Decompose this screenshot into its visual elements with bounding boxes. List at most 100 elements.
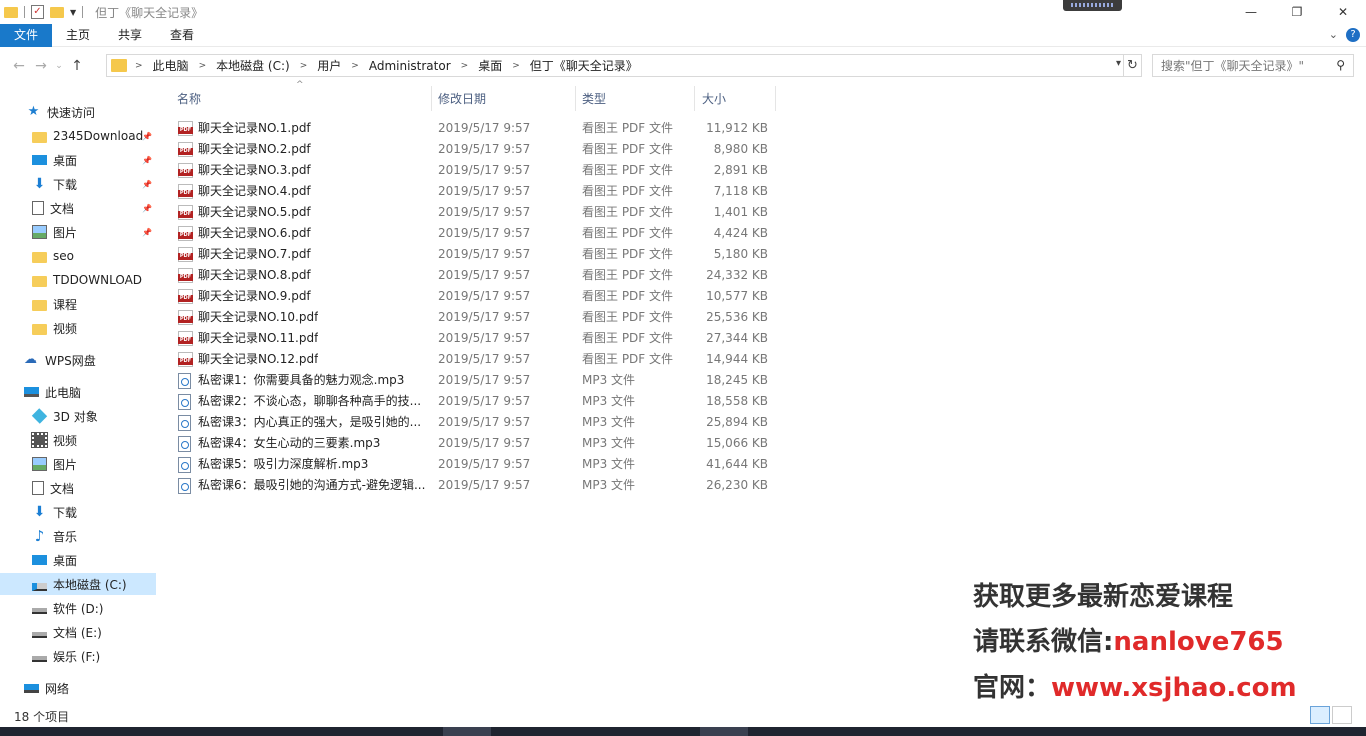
details-view-button[interactable] [1310,706,1330,724]
toolbar-divider [24,6,25,18]
column-header-type[interactable]: 类型 [576,86,695,111]
address-bar[interactable]: > 此电脑 > 本地磁盘 (C:) > 用户 > Administrator >… [106,54,1124,77]
tab-view[interactable]: 查看 [156,24,208,47]
chevron-right-icon[interactable]: > [512,61,520,71]
file-row[interactable]: 私密课6：最吸引她的沟通方式-避免逻辑... 2019/5/17 9:57 MP3 … [172,475,776,496]
sidebar-item-pc[interactable]: 桌面 [0,549,156,571]
recent-locations-icon[interactable]: ⌄ [52,61,66,71]
back-button[interactable]: ← [8,58,30,74]
refresh-button[interactable]: ↻ [1124,54,1142,77]
chevron-right-icon[interactable]: > [135,61,143,71]
sidebar-item-quick[interactable]: 课程 [0,293,156,315]
column-header-date[interactable]: 修改日期 [432,86,576,111]
download-icon: ⬇ [33,176,46,192]
star-icon: ★ [27,104,40,119]
file-name: 聊天全记录NO.8.pdf [198,268,311,282]
file-row[interactable]: 聊天全记录NO.11.pdf 2019/5/17 9:57 看图王 PDF 文件 27… [172,328,776,349]
new-folder-icon[interactable] [50,6,64,18]
expand-ribbon-icon[interactable]: ⌄ [1329,28,1338,41]
customize-toolbar-icon[interactable]: ▼ [70,8,76,17]
sidebar-item-pc[interactable]: 娱乐 (F:) [0,645,156,667]
sidebar-item-quick[interactable]: 2345Download 📌 [0,125,156,147]
close-button[interactable]: ✕ [1320,0,1366,24]
sidebar-item-label: 文档 [50,201,75,216]
file-row[interactable]: 聊天全记录NO.8.pdf 2019/5/17 9:57 看图王 PDF 文件 24,… [172,265,776,286]
tab-file[interactable]: 文件 [0,23,53,47]
sidebar-item-pc[interactable]: 本地磁盘 (C:) [0,573,156,595]
large-icons-view-button[interactable] [1332,706,1352,724]
forward-button[interactable]: → [30,58,52,74]
sidebar-item-pc[interactable]: 软件 (D:) [0,597,156,619]
sidebar-item-quick[interactable]: ⬇ 下载 📌 [0,173,156,195]
file-date: 2019/5/17 9:57 [438,247,531,261]
sidebar-item-pc[interactable]: ⬇ 下载 [0,501,156,523]
video-icon [31,432,48,448]
breadcrumb-item[interactable]: 本地磁盘 (C:) [216,57,290,74]
taskbar-item[interactable] [700,727,748,736]
sidebar-item-pc[interactable]: 视频 [0,429,156,451]
sidebar-item-quick[interactable]: 桌面 📌 [0,149,156,171]
file-row[interactable]: 聊天全记录NO.5.pdf 2019/5/17 9:57 看图王 PDF 文件 1,4… [172,202,776,223]
chevron-right-icon[interactable]: > [461,61,469,71]
file-row[interactable]: 聊天全记录NO.3.pdf 2019/5/17 9:57 看图王 PDF 文件 2,8… [172,160,776,181]
breadcrumb-item[interactable]: 但丁《聊天全记录》 [530,57,638,74]
chevron-right-icon[interactable]: > [300,61,308,71]
file-size: 25,894 KB [706,415,768,429]
navigation-bar: ← → ⌄ ↑ > 此电脑 > 本地磁盘 (C:) > 用户 > Adminis… [0,52,1366,80]
chevron-right-icon[interactable]: > [199,61,207,71]
minimize-button[interactable]: — [1228,0,1274,24]
taskbar-item[interactable] [443,727,491,736]
up-button[interactable]: ↑ [66,58,88,74]
column-divider[interactable] [775,86,776,111]
breadcrumb-item[interactable]: 桌面 [478,57,502,74]
file-row[interactable]: 私密课4：女生心动的三要素.mp3 2019/5/17 9:57 MP3 文件 15,… [172,433,776,454]
tab-share[interactable]: 共享 [104,24,156,47]
file-row[interactable]: 私密课5：吸引力深度解析.mp3 2019/5/17 9:57 MP3 文件 41,6… [172,454,776,475]
search-placeholder: 搜索"但丁《聊天全记录》" [1161,59,1305,73]
column-header-name[interactable]: 名称 [172,86,432,111]
breadcrumb-item[interactable]: 此电脑 [153,57,189,74]
sidebar-item-quick[interactable]: 图片 📌 [0,221,156,243]
chevron-down-icon[interactable]: ▾ [1116,58,1121,69]
chevron-right-icon[interactable]: > [351,61,359,71]
sidebar-item-quick[interactable]: 视频 [0,317,156,339]
file-row[interactable]: 私密课1：你需要具备的魅力观念.mp3 2019/5/17 9:57 MP3 文件 1… [172,370,776,391]
sidebar-item-wps[interactable]: ☁ WPS网盘 [24,349,96,371]
sidebar-item-pc[interactable]: 3D 对象 [0,405,156,427]
sidebar-item-network[interactable]: 网络 [24,677,69,699]
maximize-button[interactable]: ❐ [1274,0,1320,24]
sidebar-item-quick[interactable]: seo [0,245,156,267]
file-row[interactable]: 聊天全记录NO.12.pdf 2019/5/17 9:57 看图王 PDF 文件 14… [172,349,776,370]
file-row[interactable]: 私密课2：不谈心态，聊聊各种高手的技... 2019/5/17 9:57 MP3 文… [172,391,776,412]
file-row[interactable]: 聊天全记录NO.2.pdf 2019/5/17 9:57 看图王 PDF 文件 8,9… [172,139,776,160]
file-row[interactable]: 聊天全记录NO.1.pdf 2019/5/17 9:57 看图王 PDF 文件 11,… [172,118,776,139]
file-row[interactable]: 私密课3：内心真正的强大，是吸引她的... 2019/5/17 9:57 MP3 文… [172,412,776,433]
sidebar-item-pc[interactable]: 文档 [0,477,156,499]
file-row[interactable]: 聊天全记录NO.10.pdf 2019/5/17 9:57 看图王 PDF 文件 25… [172,307,776,328]
search-icon[interactable]: ⚲ [1336,58,1345,72]
column-header-label: 名称 [177,92,202,106]
file-row[interactable]: 聊天全记录NO.4.pdf 2019/5/17 9:57 看图王 PDF 文件 7,1… [172,181,776,202]
breadcrumb-item[interactable]: Administrator [369,59,451,73]
sidebar-item-pc[interactable]: 文档 (E:) [0,621,156,643]
file-row[interactable]: 聊天全记录NO.7.pdf 2019/5/17 9:57 看图王 PDF 文件 5,1… [172,244,776,265]
column-header-size[interactable]: 大小 [695,86,776,111]
toolbar-divider [82,6,84,18]
sidebar-item-label: 此电脑 [45,385,82,400]
sidebar-item-quick[interactable]: 文档 📌 [0,197,156,219]
breadcrumb-item[interactable]: 用户 [317,57,341,74]
search-input[interactable]: 搜索"但丁《聊天全记录》" ⚲ [1152,54,1354,77]
file-date: 2019/5/17 9:57 [438,331,531,345]
tab-home[interactable]: 主页 [52,24,104,47]
help-icon[interactable]: ? [1346,28,1360,42]
sidebar-item-pc[interactable]: 图片 [0,453,156,475]
sidebar-item-quick-access[interactable]: ★ 快速访问 [26,101,95,123]
sidebar-item-this-pc[interactable]: 此电脑 [24,381,81,403]
sidebar-item-quick[interactable]: TDDOWNLOAD [0,269,156,291]
drive-icon [32,608,47,614]
file-row[interactable]: 聊天全记录NO.6.pdf 2019/5/17 9:57 看图王 PDF 文件 4,4… [172,223,776,244]
sidebar-item-pc[interactable]: ♪ 音乐 [0,525,156,547]
file-row[interactable]: 聊天全记录NO.9.pdf 2019/5/17 9:57 看图王 PDF 文件 10,… [172,286,776,307]
properties-icon[interactable]: ✓ [31,5,44,19]
sidebar-item-label: seo [53,249,74,263]
